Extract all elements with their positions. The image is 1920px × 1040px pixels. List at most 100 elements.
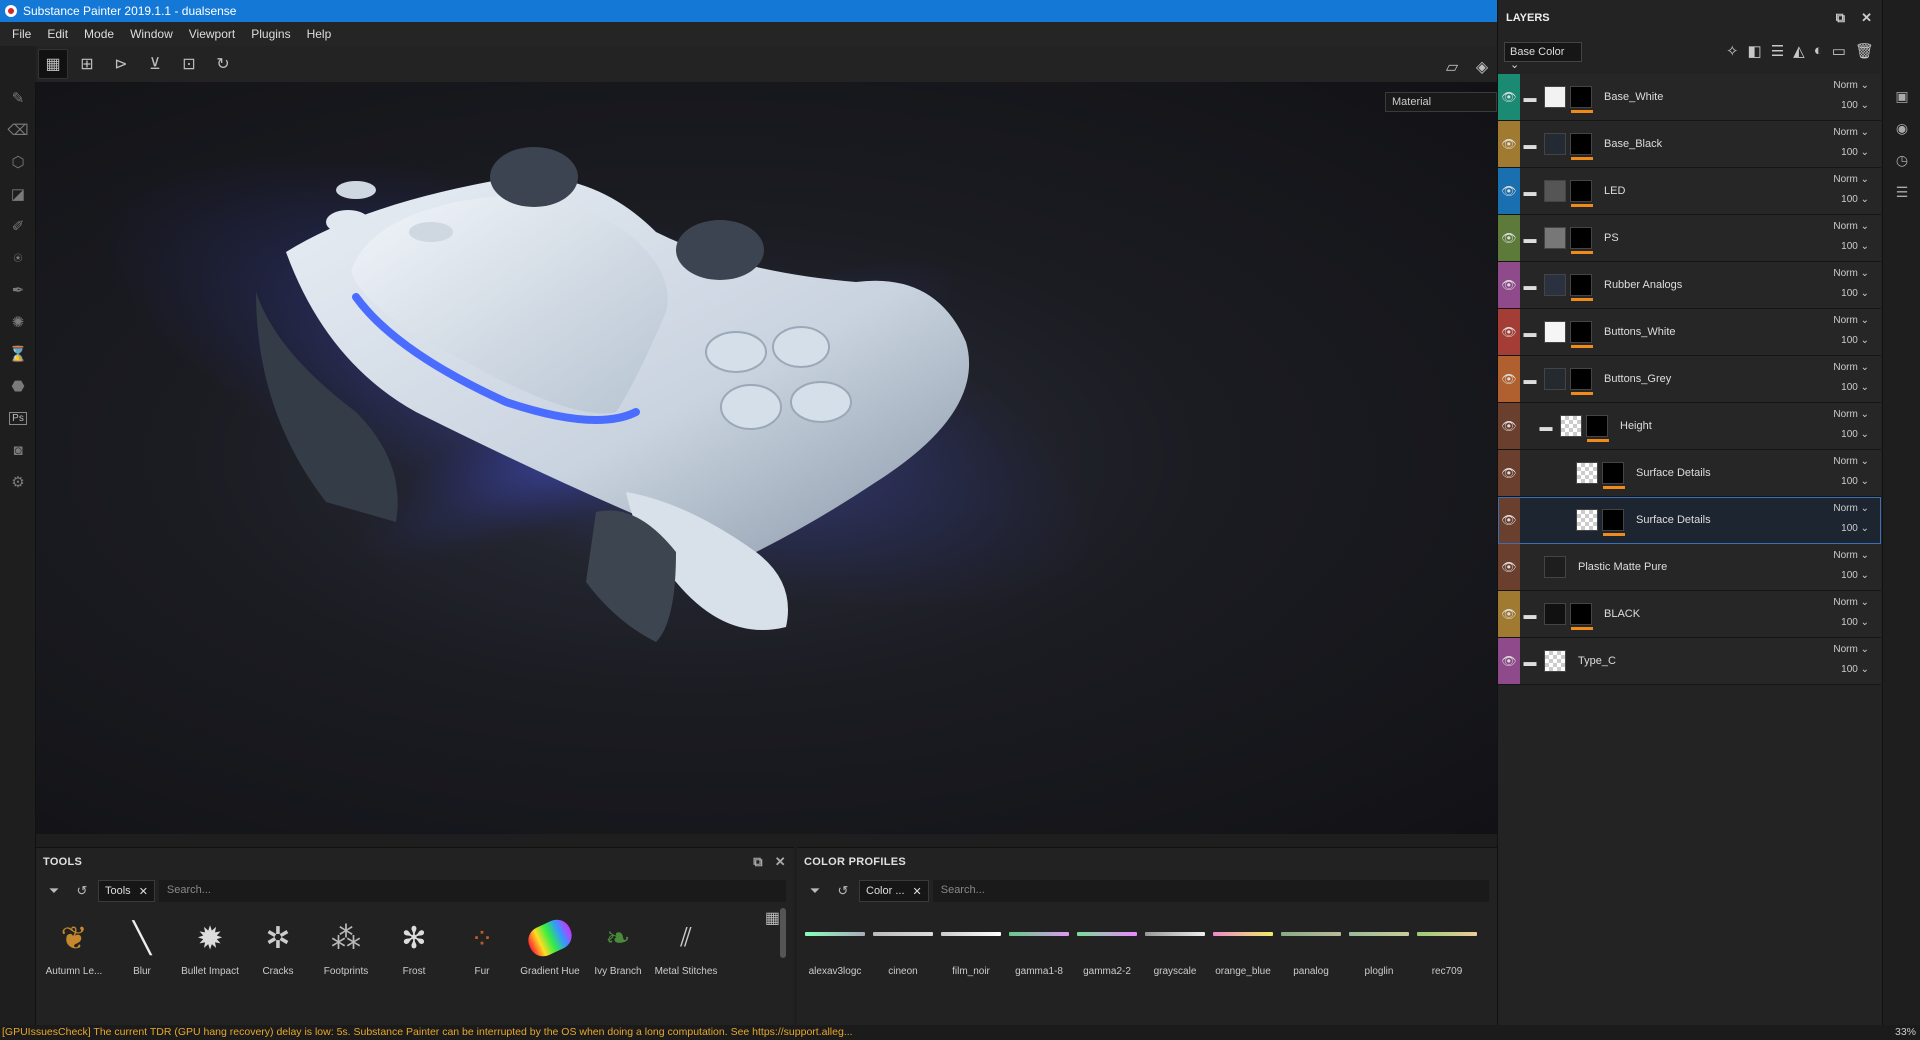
blend-mode-select[interactable]: Norm ⌄ <box>1833 409 1869 420</box>
eraser-icon[interactable]: ⌫ <box>0 114 36 146</box>
physics-icon[interactable]: ⌛ <box>0 338 36 370</box>
layer-row[interactable]: 👁 ▬ Type_C Norm ⌄ 100 ⌄ <box>1498 638 1881 685</box>
add-folder-icon[interactable]: ▭ <box>1832 42 1846 60</box>
close-icon[interactable]: ✕ <box>775 854 786 870</box>
folder-icon[interactable]: ▬ <box>1520 607 1540 622</box>
profile-item[interactable]: alexav3logc <box>801 928 869 988</box>
layer-mask-thumbnail[interactable] <box>1570 368 1593 395</box>
menu-mode[interactable]: Mode <box>76 27 122 41</box>
settings-gear-icon[interactable]: ⚙ <box>0 466 36 498</box>
layer-thumbnail[interactable] <box>1544 603 1566 625</box>
visibility-eye-icon[interactable]: 👁 <box>1498 638 1520 684</box>
layer-row[interactable]: 👁 ▬ Base_White Norm ⌄ 100 ⌄ <box>1498 74 1881 121</box>
blend-mode-select[interactable]: Norm ⌄ <box>1833 315 1869 326</box>
layer-mask-thumbnail[interactable] <box>1570 321 1593 348</box>
blend-mode-select[interactable]: Norm ⌄ <box>1833 597 1869 608</box>
menu-plugins[interactable]: Plugins <box>243 27 298 41</box>
add-effect-icon[interactable]: ✧ <box>1726 42 1739 60</box>
display-settings-icon[interactable]: ◙ <box>0 434 36 466</box>
tools-search-input[interactable]: Search... <box>158 880 786 902</box>
menu-help[interactable]: Help <box>299 27 340 41</box>
layer-row[interactable]: 👁 Surface Details Norm ⌄ 100 ⌄ <box>1498 497 1881 544</box>
layer-mask-thumbnail[interactable] <box>1570 603 1593 630</box>
layer-thumbnail[interactable] <box>1544 180 1566 202</box>
remove-tag-icon[interactable]: ✕ <box>913 885 922 898</box>
opacity-field[interactable]: 100 ⌄ <box>1841 382 1869 393</box>
reset-filter-icon[interactable]: ↺ <box>831 879 855 903</box>
layer-row[interactable]: 👁 ▬ Buttons_White Norm ⌄ 100 ⌄ <box>1498 309 1881 356</box>
blend-mode-select[interactable]: Norm ⌄ <box>1833 550 1869 561</box>
folder-icon[interactable]: ▬ <box>1520 184 1540 199</box>
layer-mask-thumbnail[interactable] <box>1602 462 1625 489</box>
3d-viewport[interactable]: Material <box>36 82 1497 834</box>
layer-mask-thumbnail[interactable] <box>1570 86 1593 113</box>
opacity-field[interactable]: 100 ⌄ <box>1841 664 1869 675</box>
close-icon[interactable]: ✕ <box>1861 10 1872 26</box>
folder-icon[interactable]: ▬ <box>1520 90 1540 105</box>
profile-item[interactable]: ploglin <box>1345 928 1413 988</box>
visibility-eye-icon[interactable]: 👁 <box>1498 591 1520 637</box>
menu-file[interactable]: File <box>4 27 39 41</box>
folder-icon[interactable]: ▬ <box>1520 654 1540 669</box>
filter-icon[interactable]: ⏷ <box>803 879 827 903</box>
layer-mask-thumbnail[interactable] <box>1570 180 1593 207</box>
folder-icon[interactable]: ▬ <box>1520 325 1540 340</box>
layer-thumbnail[interactable] <box>1544 650 1566 672</box>
profile-item[interactable]: film_noir <box>937 928 1005 988</box>
add-fill-layer-icon[interactable]: ◭ <box>1793 42 1805 60</box>
visibility-eye-icon[interactable]: 👁 <box>1498 309 1520 355</box>
filter-icon[interactable]: ⏷ <box>42 879 66 903</box>
profile-item[interactable]: grayscale <box>1141 928 1209 988</box>
add-mask-icon[interactable]: ◧ <box>1748 42 1762 60</box>
channel-select[interactable]: Base Color ⌄ <box>1504 42 1582 71</box>
layer-row[interactable]: 👁 Surface Details Norm ⌄ 100 ⌄ <box>1498 450 1881 497</box>
history-icon[interactable]: ↻ <box>208 49 238 79</box>
layer-row[interactable]: 👁 ▬ Rubber Analogs Norm ⌄ 100 ⌄ <box>1498 262 1881 309</box>
texture-set-icon[interactable]: ▣ <box>1883 80 1920 112</box>
blend-mode-select[interactable]: Norm ⌄ <box>1833 268 1869 279</box>
folder-icon[interactable]: ▬ <box>1520 231 1540 246</box>
tool-item[interactable]: ✲ Cracks <box>244 912 312 984</box>
layer-row[interactable]: 👁 ▬ Buttons_Grey Norm ⌄ 100 ⌄ <box>1498 356 1881 403</box>
layer-thumbnail[interactable] <box>1576 509 1598 531</box>
tool-item[interactable]: ✻ Frost <box>380 912 448 984</box>
profile-item[interactable]: gamma2-2 <box>1073 928 1141 988</box>
smudge-icon[interactable]: ✐ <box>0 210 36 242</box>
tools-filter-tag[interactable]: Tools ✕ <box>98 880 155 902</box>
layer-mask-thumbnail[interactable] <box>1570 133 1593 160</box>
layer-thumbnail[interactable] <box>1544 556 1566 578</box>
profile-item[interactable]: gamma1-8 <box>1005 928 1073 988</box>
symmetry-y-icon[interactable]: ⊻ <box>140 49 170 79</box>
color-picker-icon[interactable]: ✒ <box>0 274 36 306</box>
opacity-field[interactable]: 100 ⌄ <box>1841 523 1869 534</box>
delete-layer-icon[interactable]: 🗑 <box>1855 42 1874 60</box>
folder-icon[interactable]: ▬ <box>1536 419 1556 434</box>
layer-mask-thumbnail[interactable] <box>1570 227 1593 254</box>
symmetry-x-icon[interactable]: ⊳ <box>106 49 136 79</box>
2d-view-icon[interactable]: ▱ <box>1439 52 1465 82</box>
tool-item[interactable]: ⁂ Footprints <box>312 912 380 984</box>
layer-row[interactable]: 👁 ▬ Height Norm ⌄ 100 ⌄ <box>1498 403 1881 450</box>
projection-icon[interactable]: ⬡ <box>0 146 36 178</box>
tool-item[interactable]: ╲ Blur <box>108 912 176 984</box>
blend-mode-select[interactable]: Norm ⌄ <box>1833 221 1869 232</box>
opacity-field[interactable]: 100 ⌄ <box>1841 147 1869 158</box>
3d-view-icon[interactable]: ◈ <box>1469 52 1495 82</box>
blend-mode-select[interactable]: Norm ⌄ <box>1833 456 1869 467</box>
add-bake-icon[interactable]: ⊡ <box>174 49 204 79</box>
visibility-eye-icon[interactable]: 👁 <box>1498 450 1520 496</box>
layer-thumbnail[interactable] <box>1544 227 1566 249</box>
add-smart-material-icon[interactable]: ◐ <box>1814 42 1823 60</box>
blend-mode-select[interactable]: Norm ⌄ <box>1833 80 1869 91</box>
profiles-search-input[interactable]: Search... <box>932 880 1489 902</box>
visibility-eye-icon[interactable]: 👁 <box>1498 74 1520 120</box>
layer-row[interactable]: 👁 ▬ LED Norm ⌄ 100 ⌄ <box>1498 168 1881 215</box>
opacity-field[interactable]: 100 ⌄ <box>1841 476 1869 487</box>
menu-edit[interactable]: Edit <box>39 27 76 41</box>
visibility-eye-icon[interactable]: 👁 <box>1498 168 1520 214</box>
tool-item[interactable]: Gradient Hue <box>516 912 584 984</box>
visibility-eye-icon[interactable]: 👁 <box>1498 544 1520 590</box>
tool-item[interactable]: ⫽ Metal Stitches <box>652 912 720 984</box>
visibility-eye-icon[interactable]: 👁 <box>1498 403 1520 449</box>
clone-stamp-icon[interactable]: ⍟ <box>0 242 36 274</box>
